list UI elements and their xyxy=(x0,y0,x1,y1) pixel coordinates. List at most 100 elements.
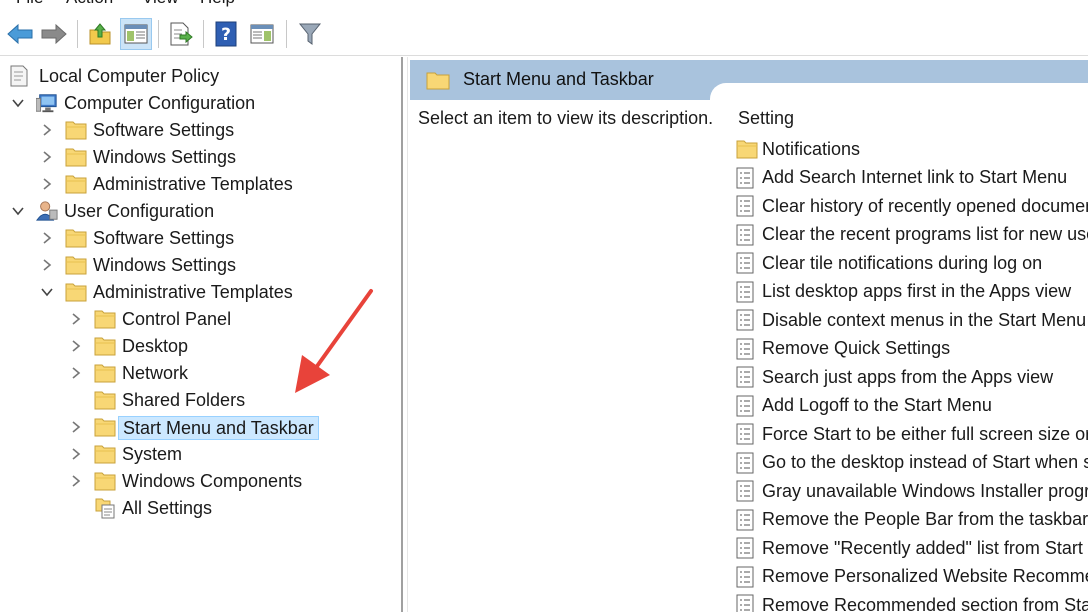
policy-setting-row[interactable]: Remove the People Bar from the taskbar xyxy=(736,507,1088,533)
setting-label: Go to the desktop instead of Start when … xyxy=(762,452,1088,472)
tree-system[interactable]: System xyxy=(0,442,400,466)
setting-label: Clear the recent programs list for new u… xyxy=(762,224,1088,244)
tree-root[interactable]: Local Computer Policy xyxy=(0,64,400,88)
tree-all-settings[interactable]: All Settings xyxy=(0,496,400,520)
tree-item-label: Administrative Templates xyxy=(93,174,293,194)
policy-setting-row[interactable]: Disable context menus in the Start Menu xyxy=(736,307,1088,333)
filter-button[interactable] xyxy=(294,18,326,50)
details-pane: Start Menu and Taskbar Select an item to… xyxy=(407,57,1088,612)
folder-icon xyxy=(426,70,450,95)
help-button[interactable]: ? xyxy=(210,18,242,50)
folder-icon xyxy=(94,361,116,385)
policy-setting-row[interactable]: List desktop apps first in the Apps view xyxy=(736,279,1088,305)
tree-computer-configuration[interactable]: Computer Configuration xyxy=(0,91,400,115)
tree-item-label: Software Settings xyxy=(93,120,235,140)
setting-label: Remove Personalized Website Recommenc xyxy=(762,566,1088,586)
export-list-button[interactable] xyxy=(164,18,196,50)
chevron-down-icon[interactable] xyxy=(40,285,54,299)
chevron-right-icon[interactable] xyxy=(40,177,54,191)
chevron-right-icon[interactable] xyxy=(69,312,83,326)
tree-item-label: Network xyxy=(122,363,189,383)
chevron-right-icon[interactable] xyxy=(69,420,83,434)
policy-setting-row[interactable]: Clear history of recently opened documen xyxy=(736,193,1088,219)
tree-windows-components[interactable]: Windows Components xyxy=(0,469,400,493)
tree-item-label: Shared Folders xyxy=(122,390,246,410)
setting-label: Disable context menus in the Start Menu xyxy=(762,309,1087,330)
tree-windows-settings[interactable]: Windows Settings xyxy=(0,145,400,169)
policy-setting-row[interactable]: Add Logoff to the Start Menu xyxy=(736,393,1088,419)
chevron-right-icon[interactable] xyxy=(69,339,83,353)
menu-bar: File Action View Help xyxy=(0,0,1088,12)
tree-item-label: Windows Settings xyxy=(93,147,237,167)
policy-setting-icon xyxy=(736,450,758,476)
toolbar-separator xyxy=(286,20,287,48)
folder-icon xyxy=(65,280,87,304)
tree-item-label: User Configuration xyxy=(64,201,215,221)
chevron-right-icon[interactable] xyxy=(69,366,83,380)
policy-setting-row[interactable]: Go to the desktop instead of Start when … xyxy=(736,450,1088,476)
tree-administrative-templates[interactable]: Administrative Templates xyxy=(0,172,400,196)
back-arrow-icon xyxy=(7,23,33,45)
policy-setting-row[interactable]: Clear tile notifications during log on xyxy=(736,250,1088,276)
policy-setting-row[interactable]: Remove "Recently added" list from Start … xyxy=(736,535,1088,561)
setting-label: Remove "Recently added" list from Start … xyxy=(762,537,1088,558)
user-icon xyxy=(36,199,58,223)
chevron-down-icon[interactable] xyxy=(11,204,25,218)
chevron-right-icon[interactable] xyxy=(40,123,54,137)
tree-user-windows-settings[interactable]: Windows Settings xyxy=(0,253,400,277)
details-title: Start Menu and Taskbar xyxy=(463,69,654,89)
chevron-right-icon[interactable] xyxy=(40,258,54,272)
tree-software-settings[interactable]: Software Settings xyxy=(0,118,400,142)
back-button[interactable] xyxy=(4,18,36,50)
tree-item-label: Administrative Templates xyxy=(93,282,293,302)
setting-column-header[interactable]: Setting xyxy=(738,108,794,129)
policy-setting-row[interactable]: Force Start to be either full screen siz… xyxy=(736,421,1088,447)
annotation-arrow xyxy=(295,289,373,393)
chevron-right-icon[interactable] xyxy=(40,231,54,245)
extended-view-button[interactable] xyxy=(246,18,278,50)
tree-item-label: Windows Settings xyxy=(93,255,237,275)
chevron-right-icon[interactable] xyxy=(40,150,54,164)
tree-item-label: Start Menu and Taskbar xyxy=(118,416,319,440)
extended-view-icon xyxy=(250,24,274,44)
policy-setting-row[interactable]: Gray unavailable Windows Installer progr… xyxy=(736,478,1088,504)
tree-item-label: System xyxy=(122,444,183,464)
policy-setting-row[interactable]: Search just apps from the Apps view xyxy=(736,364,1088,390)
chevron-right-icon[interactable] xyxy=(69,447,83,461)
folder-icon xyxy=(65,253,87,277)
up-one-level-button[interactable] xyxy=(84,18,116,50)
folder-icon xyxy=(94,415,116,439)
setting-label: Add Logoff to the Start Menu xyxy=(762,395,992,415)
policy-setting-icon xyxy=(736,507,758,533)
chevron-right-icon[interactable] xyxy=(69,474,83,488)
tree-item-label: Desktop xyxy=(122,336,189,356)
chevron-down-icon[interactable] xyxy=(11,96,25,110)
menu-action[interactable]: Action xyxy=(66,0,113,8)
setting-folder-row[interactable]: Notifications xyxy=(736,136,1088,162)
policy-setting-row[interactable]: Remove Personalized Website Recommenc xyxy=(736,564,1088,590)
folder-icon xyxy=(94,388,116,412)
policy-setting-row[interactable]: Add Search Internet link to Start Menu xyxy=(736,165,1088,191)
policy-setting-icon xyxy=(736,535,758,561)
tree-start-menu-and-taskbar[interactable]: Start Menu and Taskbar xyxy=(0,415,400,440)
policy-setting-icon xyxy=(736,564,758,590)
menu-help[interactable]: Help xyxy=(200,0,235,8)
forward-button[interactable] xyxy=(38,18,70,50)
show-hide-tree-icon xyxy=(124,24,148,44)
policy-setting-row[interactable]: Remove Quick Settings xyxy=(736,336,1088,362)
tab-divider xyxy=(710,83,1088,103)
menu-view[interactable]: View xyxy=(142,0,179,8)
setting-label: Remove the People Bar from the taskbar xyxy=(762,509,1088,529)
tree-user-configuration[interactable]: User Configuration xyxy=(0,199,400,223)
folder-icon xyxy=(65,145,87,169)
policy-setting-row[interactable]: Remove Recommended section from Start xyxy=(736,592,1088,612)
policy-setting-row[interactable]: Clear the recent programs list for new u… xyxy=(736,222,1088,248)
filter-icon xyxy=(298,23,322,45)
tree-user-software-settings[interactable]: Software Settings xyxy=(0,226,400,250)
export-list-icon xyxy=(170,22,193,46)
tree-item-label: Software Settings xyxy=(93,228,235,248)
menu-file[interactable]: File xyxy=(16,0,43,8)
tree-item-label: Windows Components xyxy=(122,471,303,491)
show-hide-tree-button[interactable] xyxy=(120,18,152,50)
folder-icon xyxy=(94,334,116,358)
